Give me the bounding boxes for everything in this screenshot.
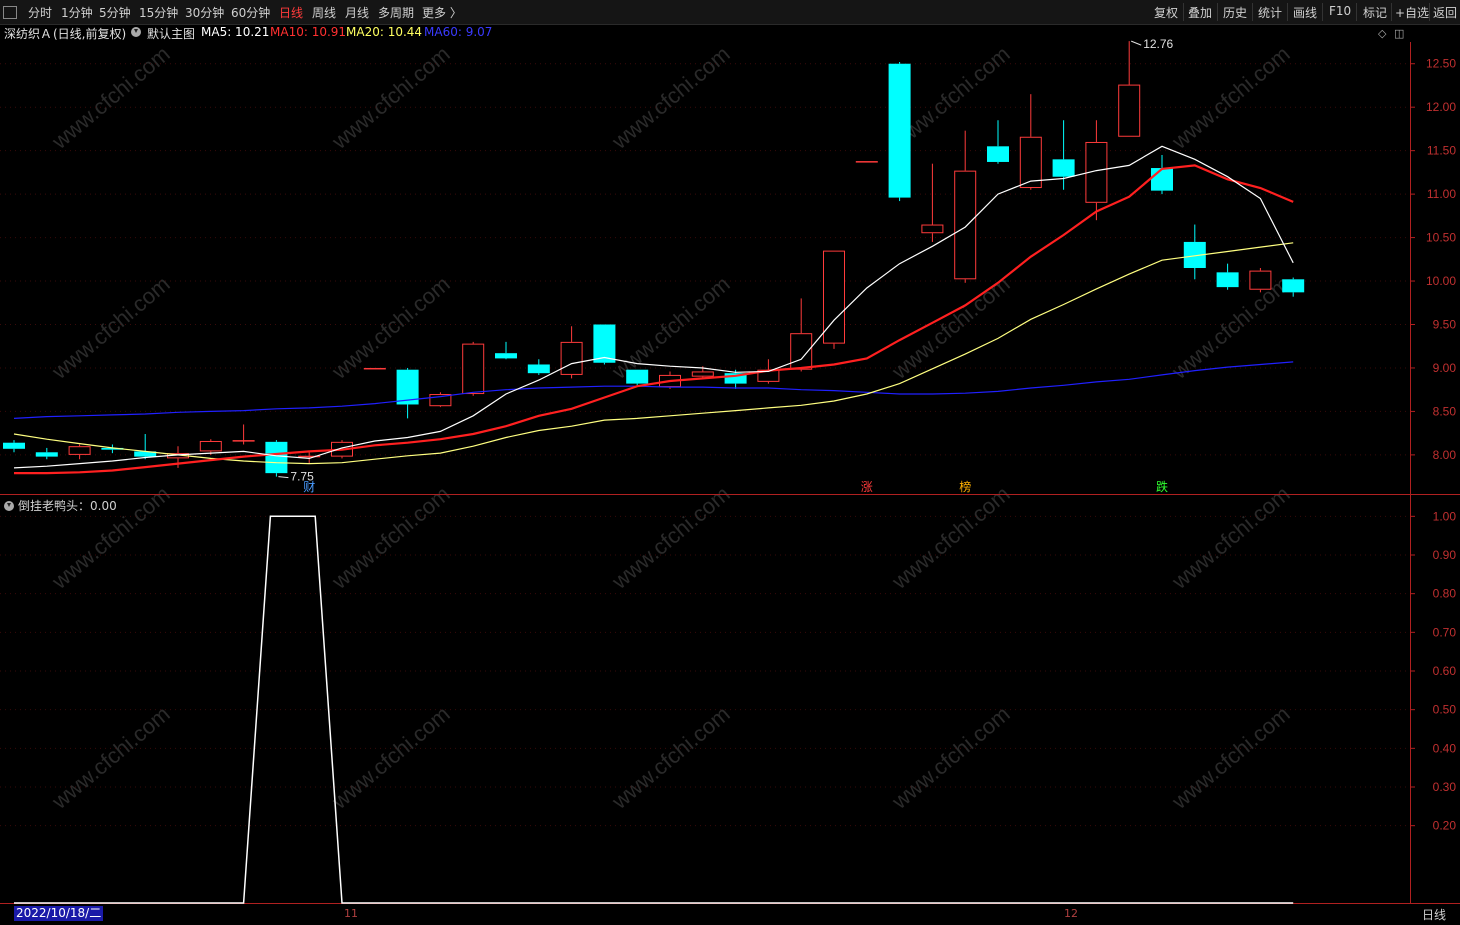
start-date-badge: 2022/10/18/二 — [14, 906, 104, 921]
sub-y-tick-label: 1.00 — [1433, 509, 1457, 523]
candle-down — [987, 146, 1009, 162]
watermark-text: www.cfchi.com — [1166, 41, 1294, 154]
event-marker: 榜 — [959, 479, 971, 494]
watermark-text: www.cfchi.com — [326, 41, 454, 154]
watermark-text: www.cfchi.com — [1166, 481, 1294, 594]
indicator-title[interactable]: 倒挂老鸭头：0.00 — [4, 497, 117, 514]
watermark-text: www.cfchi.com — [326, 481, 454, 594]
main-y-tick-label: 8.50 — [1433, 404, 1457, 418]
candle-up — [232, 440, 255, 442]
watermark-text: www.cfchi.com — [606, 41, 734, 154]
candle-down — [626, 369, 649, 384]
watermark-text: www.cfchi.com — [46, 701, 174, 814]
candle-up — [1249, 270, 1272, 290]
month-tick-12: 12 — [1064, 907, 1078, 920]
month-tick-11: 11 — [344, 907, 358, 920]
candle-up — [560, 341, 583, 375]
watermark-layer: www.cfchi.com www.cfchi.com www.cfchi.com w… — [46, 41, 1294, 814]
candle-down — [1282, 279, 1305, 293]
candle-up — [855, 161, 878, 163]
candle-down — [265, 441, 288, 474]
sub-y-tick-label: 0.40 — [1433, 741, 1457, 755]
price-annotation-label: 12.76 — [1143, 37, 1173, 51]
event-marker: 财 — [303, 480, 315, 494]
ma60-line — [13, 361, 1294, 419]
watermark-text: www.cfchi.com — [606, 701, 734, 814]
event-marker: 涨 — [861, 479, 873, 494]
watermark-text: www.cfchi.com — [46, 41, 174, 154]
price-annotation-arrow — [1131, 40, 1142, 46]
period-indicator[interactable]: 日线 — [1422, 906, 1446, 923]
watermark-text: www.cfchi.com — [886, 701, 1014, 814]
candle-down — [1052, 159, 1075, 177]
sub-y-tick-label: 0.90 — [1433, 548, 1457, 562]
main-y-tick-label: 12.50 — [1426, 57, 1456, 71]
candle-down — [888, 63, 911, 198]
main-y-tick-label: 8.00 — [1433, 448, 1457, 462]
main-y-tick-label: 10.50 — [1426, 231, 1456, 245]
main-y-tick-label: 10.00 — [1426, 274, 1456, 288]
main-y-tick-label: 9.00 — [1433, 361, 1457, 375]
indicator-value-label: 倒挂老鸭头：0.00 — [18, 499, 117, 513]
candle-down — [35, 452, 58, 457]
candle-down — [495, 353, 517, 359]
candle-up — [691, 371, 714, 377]
main-y-tick-label: 11.00 — [1427, 187, 1456, 201]
candle-up — [363, 367, 386, 370]
sub-y-tick-label: 0.30 — [1433, 780, 1457, 794]
sub-y-tick-label: 0.70 — [1433, 625, 1457, 639]
price-annotation-arrow — [278, 476, 289, 479]
candle-down — [1216, 272, 1239, 288]
candle-down — [3, 442, 25, 449]
candle-up — [1118, 84, 1141, 137]
sub-y-tick-label: 0.60 — [1433, 664, 1457, 678]
sub-y-tick-label: 0.20 — [1433, 819, 1457, 833]
indicator-dropdown-icon[interactable] — [4, 501, 14, 511]
candle-up — [954, 170, 977, 280]
watermark-text: www.cfchi.com — [1166, 701, 1294, 814]
sub-y-tick-label: 0.80 — [1433, 587, 1457, 601]
candle-up — [68, 446, 91, 455]
candle-down — [1151, 168, 1173, 191]
event-marker: 跌 — [1156, 479, 1168, 494]
watermark-text: www.cfchi.com — [326, 701, 454, 814]
candle-up — [462, 343, 485, 395]
main-y-tick-label: 9.50 — [1433, 318, 1457, 332]
candle-up — [921, 224, 944, 234]
main-y-tick-label: 12.00 — [1426, 100, 1456, 114]
candle-up — [199, 440, 222, 452]
ma10-line — [14, 164, 1294, 475]
watermark-text: www.cfchi.com — [606, 481, 734, 594]
chart-canvas[interactable]: www.cfchi.com www.cfchi.com www.cfchi.com w… — [0, 0, 1460, 925]
watermark-text: www.cfchi.com — [886, 481, 1014, 594]
candle-down — [527, 364, 550, 374]
main-y-tick-label: 11.50 — [1427, 144, 1456, 158]
sub-y-tick-label: 0.50 — [1433, 703, 1457, 717]
